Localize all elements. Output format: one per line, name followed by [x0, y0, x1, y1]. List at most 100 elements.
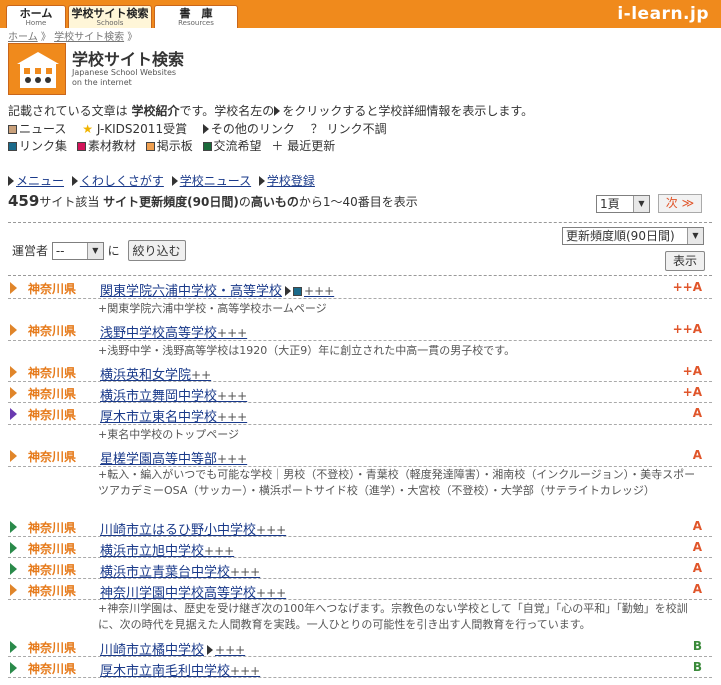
result-rank: A — [692, 561, 702, 575]
result-description: +神奈川学園は、歴史を受け継ぎ次の100年へつなげます。宗教色のない学校として「… — [98, 602, 688, 631]
result-rank: B — [692, 639, 702, 653]
detail-toggle-icon[interactable] — [10, 366, 17, 378]
school-house-logo — [8, 43, 66, 95]
result-count-number: 459 — [8, 192, 40, 210]
row-divider — [8, 381, 712, 382]
result-plus-marks: +++ — [217, 389, 248, 403]
plus-icon: ＋ — [271, 139, 284, 153]
result-school-name[interactable]: 関東学院六浦中学校・高等学校 — [100, 284, 282, 299]
result-count-post: から1〜40番目を表示 — [298, 195, 418, 209]
result-count-mid: の — [238, 195, 251, 209]
tab-schools-label: 学校サイト検索 — [71, 7, 149, 20]
result-count: 459サイト該当 サイト更新頻度(90日間)の高いものから1〜40番目を表示 — [8, 192, 418, 210]
news-icon — [8, 125, 17, 134]
show-button[interactable]: 表示 — [665, 251, 705, 271]
other-link-icon[interactable] — [285, 286, 292, 296]
links-icon[interactable] — [293, 287, 303, 296]
result-school-link[interactable]: 浅野中学校高等学校+++ — [100, 322, 247, 341]
breadcrumb-home[interactable]: ホーム — [8, 32, 38, 43]
chevron-down-icon[interactable]: ▼ — [86, 243, 103, 259]
operator-select[interactable]: -- ▼ — [51, 242, 104, 260]
intro-post: です。学校名左の — [179, 104, 275, 118]
result-prefecture: 神奈川県 — [28, 450, 77, 464]
detail-toggle-icon[interactable] — [10, 282, 17, 294]
nav-link-detail-search[interactable]: くわしくさがす — [80, 174, 164, 188]
chevron-down-icon[interactable]: ▼ — [687, 228, 703, 244]
row-divider — [8, 340, 712, 341]
detail-toggle-icon[interactable] — [10, 324, 17, 336]
result-rank: ++A — [672, 280, 702, 294]
result-school-name[interactable]: 浅野中学校高等学校 — [100, 326, 217, 341]
tab-resources[interactable]: 書 庫 Resources — [154, 5, 238, 28]
breadcrumb-sep: 》 — [40, 32, 51, 43]
detail-toggle-icon[interactable] — [10, 563, 17, 575]
tab-schools[interactable]: 学校サイト検索 Schools — [68, 5, 152, 28]
result-rank: ++A — [672, 322, 702, 336]
brand-logo[interactable]: i-learn.jp — [617, 4, 709, 24]
result-plus-marks: ++ — [191, 368, 212, 382]
school-house-icon — [17, 52, 59, 88]
tab-home[interactable]: ホーム Home — [6, 5, 66, 28]
legend-board: 掲示板 — [156, 139, 193, 153]
detail-triangle-icon — [274, 106, 281, 116]
board-icon — [145, 142, 155, 151]
result-description: +転入・編入がいつでも可能な学校｜男校（不登校）・青葉校（軽度発達障害）・湘南校… — [98, 468, 696, 497]
result-row: 神奈川県 川崎市立橘中学校 +++ B — [8, 637, 712, 658]
breadcrumb-current[interactable]: 学校サイト検索 — [54, 32, 124, 43]
result-school-name[interactable]: 厚木市立東名中学校 — [100, 410, 217, 425]
operator-filter: 運営者 -- ▼ に 絞り込む — [12, 240, 186, 261]
detail-toggle-icon[interactable] — [10, 387, 17, 399]
result-prefecture: 神奈川県 — [28, 521, 77, 535]
page-title: 学校サイト検索 — [72, 50, 185, 69]
question-icon: ？ — [310, 122, 323, 136]
nav-link-menu[interactable]: メニュー — [16, 174, 64, 188]
detail-toggle-icon[interactable] — [10, 408, 17, 420]
detail-toggle-icon[interactable] — [10, 584, 17, 596]
row-divider — [8, 656, 712, 657]
page-select[interactable]: 1頁 ▼ — [596, 195, 650, 213]
result-school-link[interactable]: 関東学院六浦中学校・高等学校 +++ — [100, 280, 334, 299]
nav-arrow-icon — [258, 176, 265, 186]
result-plus-marks: +++ — [217, 452, 248, 466]
page-select-box[interactable]: 1頁 ▼ — [596, 195, 650, 213]
next-page-button[interactable]: 次 ≫ — [658, 194, 702, 213]
nav-arrow-icon — [8, 176, 14, 186]
result-school-link[interactable]: 星槎学園高等中等部+++ — [100, 448, 247, 467]
result-rank: A — [692, 406, 702, 420]
result-prefecture: 神奈川県 — [28, 324, 77, 338]
chevron-down-icon[interactable]: ▼ — [633, 196, 649, 212]
legend-news: ニュース — [19, 122, 67, 136]
row-divider — [8, 402, 712, 403]
result-row: 神奈川県 横浜英和女学院++ +A — [8, 362, 712, 383]
detail-toggle-icon[interactable] — [10, 641, 17, 653]
result-plus-marks: +++ — [256, 523, 287, 537]
legend-materials: 素材教材 — [87, 139, 136, 153]
sort-select-box[interactable]: 更新頻度順(90日間) ▼ — [562, 227, 704, 245]
page-subtitle: Japanese School Websites on the internet — [72, 68, 176, 88]
exchange-icon — [202, 142, 212, 151]
sort-select-value: 更新頻度順(90日間) — [566, 229, 675, 243]
links-icon — [8, 142, 17, 151]
result-row: 神奈川県 横浜市立旭中学校+++ A — [8, 538, 712, 559]
result-school-name[interactable]: 星槎学園高等中等部 — [100, 452, 217, 467]
nav-link-school-register[interactable]: 学校登録 — [267, 174, 315, 188]
result-school-link[interactable]: 厚木市立東名中学校+++ — [100, 406, 247, 425]
sort-select[interactable]: 更新頻度順(90日間) ▼ — [562, 227, 704, 245]
operator-ni: に — [107, 244, 120, 258]
result-description: +関東学院六浦中学校・高等学校ホームページ — [98, 302, 327, 315]
detail-toggle-icon[interactable] — [10, 542, 17, 554]
detail-toggle-icon[interactable] — [10, 521, 17, 533]
row-divider — [8, 677, 712, 678]
breadcrumb-sep: 》 — [127, 32, 138, 43]
filter-button[interactable]: 絞り込む — [127, 240, 186, 261]
tab-resources-label: 書 庫 — [179, 7, 213, 20]
nav-link-school-news[interactable]: 学校ニュース — [180, 174, 251, 188]
other-link-icon[interactable] — [207, 645, 214, 655]
detail-toggle-icon[interactable] — [10, 662, 17, 674]
detail-toggle-icon[interactable] — [10, 450, 17, 462]
row-divider — [8, 298, 712, 299]
legend-links: リンク集 — [19, 139, 68, 153]
nav-links: メニュー くわしくさがす 学校ニュース 学校登録 — [8, 172, 319, 189]
result-rank: A — [692, 519, 702, 533]
intro-pre: 記載されている文章は — [8, 104, 128, 118]
